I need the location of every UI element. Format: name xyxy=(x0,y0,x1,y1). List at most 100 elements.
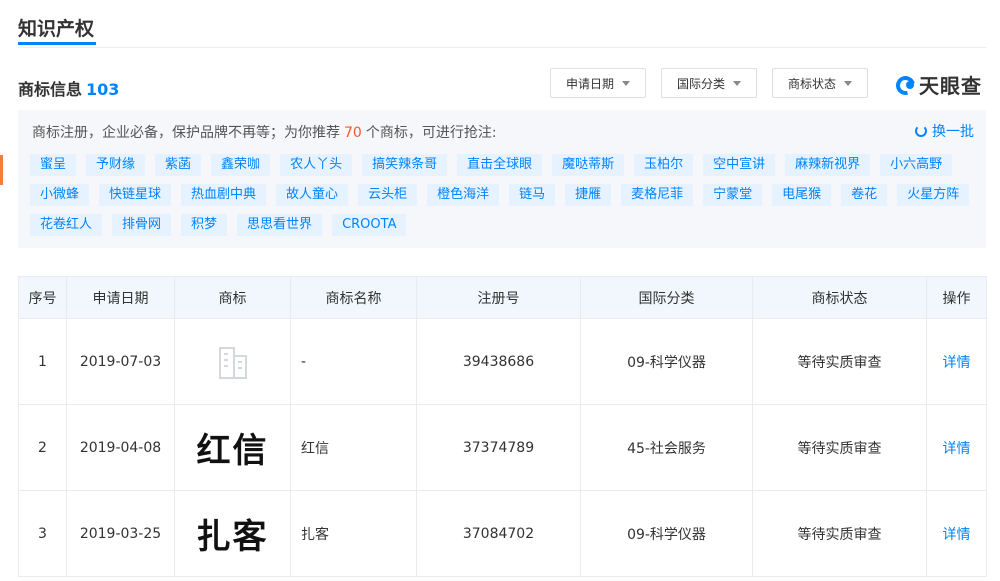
promo-text-after: 个商标，可进行抢注: xyxy=(365,125,497,141)
recommended-trademark-tag[interactable]: 小六高野 xyxy=(880,154,953,176)
trademark-name: 红信 xyxy=(290,404,417,491)
recommended-trademark-tag[interactable]: 麦格尼菲 xyxy=(621,184,694,206)
column-header: 商标 xyxy=(174,276,291,319)
page-title: 知识产权 xyxy=(18,18,95,40)
trademark-image-cell xyxy=(174,318,291,405)
application-date: 2019-03-25 xyxy=(66,490,175,577)
application-date: 2019-07-03 xyxy=(66,318,175,405)
recommended-trademark-tag[interactable]: 火星方阵 xyxy=(897,184,970,206)
international-class: 45-社会服务 xyxy=(580,404,753,491)
filter-application-date[interactable]: 申请日期 xyxy=(550,68,646,98)
recommended-trademark-tag[interactable]: 蜜呈 xyxy=(30,154,77,176)
international-class: 09-科学仪器 xyxy=(580,318,753,405)
refresh-icon xyxy=(915,125,927,137)
image-placeholder-icon xyxy=(215,343,251,381)
recommended-trademark-tag[interactable]: 电尾猴 xyxy=(772,184,832,206)
details-link[interactable]: 详情 xyxy=(926,404,987,491)
recommended-trademark-tag[interactable]: 宁蒙堂 xyxy=(703,184,763,206)
column-header: 序号 xyxy=(18,276,67,319)
title-underline xyxy=(18,42,96,45)
caret-down-icon xyxy=(733,80,741,86)
refresh-label: 换一批 xyxy=(932,124,974,140)
logo-text: 天眼查 xyxy=(919,74,982,98)
promo-text: 商标注册，企业必备，保护品牌不再等；为你推荐 70 个商标，可进行抢注: xyxy=(32,122,497,142)
caret-down-icon xyxy=(622,80,630,86)
recommended-trademark-tag[interactable]: 花卷红人 xyxy=(30,214,103,236)
trademark-image: 红信 xyxy=(196,431,269,471)
recommended-trademark-tag[interactable]: 小微蜂 xyxy=(30,184,90,206)
recommended-trademark-tag[interactable]: 空中宣讲 xyxy=(703,154,776,176)
recommended-trademark-tag[interactable]: 卷花 xyxy=(841,184,888,206)
recommended-trademark-tag[interactable]: 橙色海洋 xyxy=(427,184,500,206)
recommended-trademark-tag[interactable]: 予财缘 xyxy=(86,154,146,176)
table-row: 2 2019-04-08 红信 红信 37374789 45-社会服务 等待实质… xyxy=(18,404,987,491)
recommended-trademark-tag[interactable]: 直击全球眼 xyxy=(457,154,543,176)
column-header: 申请日期 xyxy=(66,276,175,319)
column-header: 商标状态 xyxy=(752,276,927,319)
recommended-tag-list: 蜜呈 予财缘 紫菡 鑫荣咖 农人丫头 搞笑辣条哥 直击全球眼 魔哒蒂斯 玉柏尔 空中宣讲 麻辣新视界… xyxy=(30,154,980,244)
filter-label: 国际分类 xyxy=(676,76,725,91)
details-link[interactable]: 详情 xyxy=(926,318,987,405)
recommended-trademark-tag[interactable]: 魔哒蒂斯 xyxy=(552,154,625,176)
promo-count: 70 xyxy=(344,125,362,141)
column-header: 注册号 xyxy=(416,276,581,319)
row-number: 1 xyxy=(18,318,67,405)
trademark-status: 等待实质审查 xyxy=(752,404,927,491)
recommended-trademark-tag[interactable]: 链马 xyxy=(509,184,556,206)
recommended-trademark-tag[interactable]: 思思看世界 xyxy=(237,214,323,236)
international-class: 09-科学仪器 xyxy=(580,490,753,577)
trademark-name: - xyxy=(290,318,417,405)
filter-trademark-status[interactable]: 商标状态 xyxy=(772,68,868,98)
left-edge-accent xyxy=(0,155,3,185)
recommended-trademark-tag[interactable]: 云头柜 xyxy=(358,184,418,206)
trademark-count: 103 xyxy=(86,80,120,99)
title-divider xyxy=(18,47,986,48)
recommended-trademark-tag[interactable]: CROOTA xyxy=(332,214,407,236)
tag-row: 蜜呈 予财缘 紫菡 鑫荣咖 农人丫头 搞笑辣条哥 直击全球眼 魔哒蒂斯 玉柏尔 空中宣讲 麻辣新视界… xyxy=(30,154,980,176)
recommended-trademark-tag[interactable]: 捷雁 xyxy=(565,184,612,206)
application-date: 2019-04-08 xyxy=(66,404,175,491)
table-row: 1 2019-07-03 - 39438686 09-科学仪器 等待实质审查 详… xyxy=(18,318,987,405)
brand-logo: 天眼查 xyxy=(892,70,982,99)
filter-international-class[interactable]: 国际分类 xyxy=(661,68,757,98)
recommended-trademark-tag[interactable]: 紫菡 xyxy=(155,154,202,176)
registration-number: 39438686 xyxy=(416,318,581,405)
trademark-status: 等待实质审查 xyxy=(752,318,927,405)
filter-label: 商标状态 xyxy=(787,76,836,91)
trademark-recommendation-panel: 商标注册，企业必备，保护品牌不再等；为你推荐 70 个商标，可进行抢注: 换一批 蜜… xyxy=(18,110,986,248)
column-header: 操作 xyxy=(926,276,987,319)
caret-down-icon xyxy=(844,80,852,86)
recommended-trademark-tag[interactable]: 麻辣新视界 xyxy=(785,154,871,176)
trademark-image: 扎客 xyxy=(196,517,269,557)
trademark-image-cell: 红信 xyxy=(174,404,291,491)
recommended-trademark-tag[interactable]: 故人童心 xyxy=(276,184,349,206)
trademark-table: 序号 申请日期 商标 商标名称 注册号 国际分类 商标状态 操作 1 2019-… xyxy=(18,276,987,577)
recommended-trademark-tag[interactable]: 快链星球 xyxy=(99,184,172,206)
table-header-row: 序号 申请日期 商标 商标名称 注册号 国际分类 商标状态 操作 xyxy=(18,276,987,319)
trademark-image-cell: 扎客 xyxy=(174,490,291,577)
details-link[interactable]: 详情 xyxy=(926,490,987,577)
recommended-trademark-tag[interactable]: 积梦 xyxy=(181,214,228,236)
column-header: 国际分类 xyxy=(580,276,753,319)
trademark-status: 等待实质审查 xyxy=(752,490,927,577)
tianyancha-logo-icon xyxy=(892,72,919,98)
filter-label: 申请日期 xyxy=(565,76,614,91)
section-label: 商标信息 xyxy=(18,80,83,99)
recommended-trademark-tag[interactable]: 玉柏尔 xyxy=(634,154,694,176)
registration-number: 37084702 xyxy=(416,490,581,577)
registration-number: 37374789 xyxy=(416,404,581,491)
tag-row: 花卷红人 排骨网 积梦 思思看世界 CROOTA xyxy=(30,214,980,236)
refresh-batch-button[interactable]: 换一批 xyxy=(915,121,974,141)
trademark-name: 扎客 xyxy=(290,490,417,577)
recommended-trademark-tag[interactable]: 鑫荣咖 xyxy=(211,154,271,176)
recommended-trademark-tag[interactable]: 农人丫头 xyxy=(280,154,353,176)
row-number: 2 xyxy=(18,404,67,491)
tag-row: 小微蜂 快链星球 热血剧中典 故人童心 云头柜 橙色海洋 链马 捷雁 麦格尼菲 宁蒙堂 电尾猴 卷花火… xyxy=(30,184,980,206)
table-row: 3 2019-03-25 扎客 扎客 37084702 09-科学仪器 等待实质… xyxy=(18,490,987,577)
row-number: 3 xyxy=(18,490,67,577)
recommended-trademark-tag[interactable]: 搞笑辣条哥 xyxy=(362,154,448,176)
recommended-trademark-tag[interactable]: 热血剧中典 xyxy=(181,184,267,206)
promo-text-before: 商标注册，企业必备，保护品牌不再等；为你推荐 xyxy=(32,125,340,141)
recommended-trademark-tag[interactable]: 排骨网 xyxy=(112,214,172,236)
column-header: 商标名称 xyxy=(290,276,417,319)
